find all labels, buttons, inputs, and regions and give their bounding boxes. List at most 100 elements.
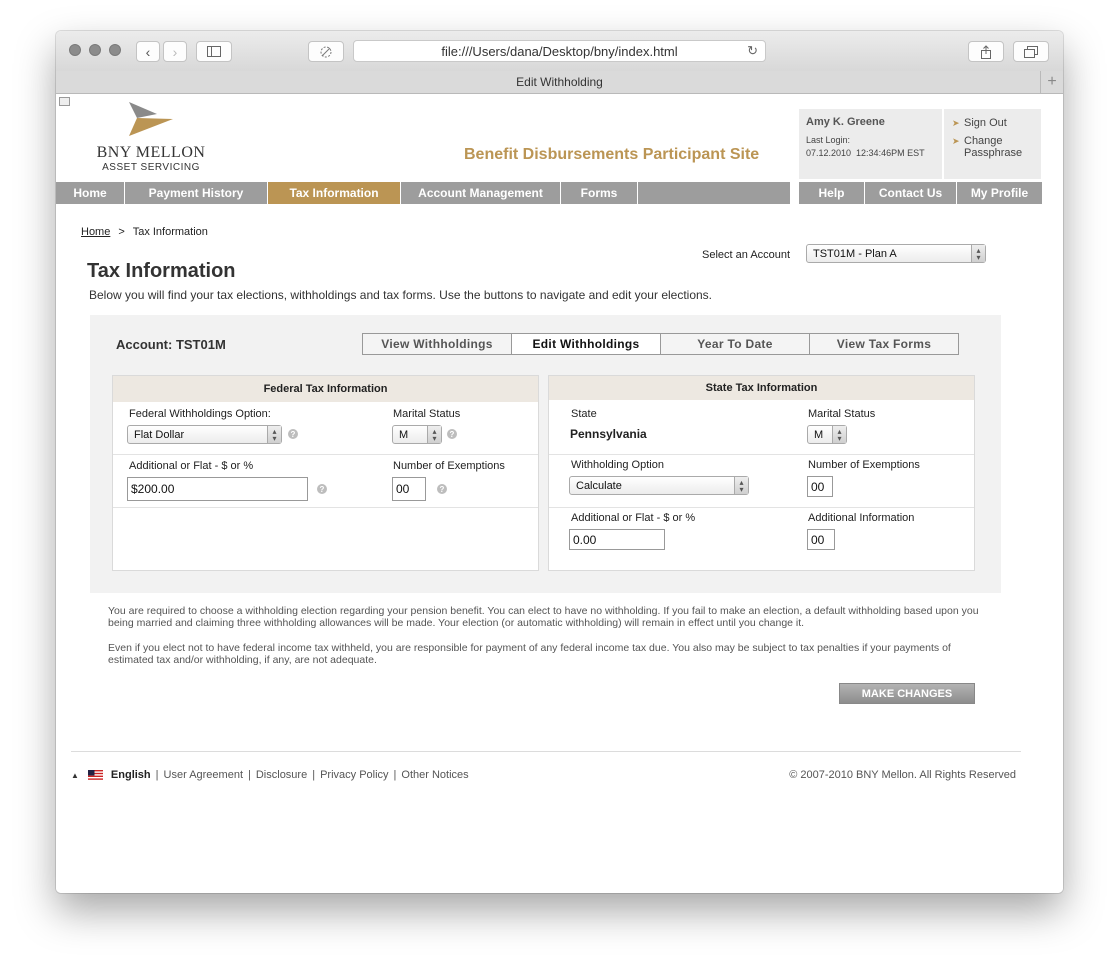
tab-year-to-date[interactable]: Year To Date: [660, 333, 810, 355]
account-links-box: ➤ Sign Out ➤ Change Passphrase: [944, 109, 1041, 179]
federal-additional-input[interactable]: $200.00: [127, 477, 308, 501]
federal-tax-box: [112, 375, 539, 571]
copyright: © 2007-2010 BNY Mellon. All Rights Reser…: [789, 769, 1016, 781]
up-arrow-icon[interactable]: ▲: [71, 771, 79, 780]
page-intro: Below you will find your tax elections, …: [89, 288, 713, 302]
logo-mark-icon: [129, 102, 173, 136]
footer-other-notices-link[interactable]: Other Notices: [401, 769, 468, 781]
footer-user-agreement-link[interactable]: User Agreement: [164, 769, 243, 781]
tab-view-withholdings[interactable]: View Withholdings: [362, 333, 512, 355]
sign-out-link[interactable]: Sign Out: [964, 117, 1007, 129]
federal-exemptions-input[interactable]: 00: [392, 477, 426, 501]
url-text: file:///Users/dana/Desktop/bny/index.htm…: [441, 43, 678, 59]
change-passphrase-line1: Change: [964, 135, 1003, 147]
nav-my-profile[interactable]: My Profile: [957, 182, 1042, 204]
nav-help[interactable]: Help: [799, 182, 865, 204]
select-arrows-icon: ▴ ▾: [267, 426, 281, 443]
state-withholding-select[interactable]: Calculate ▴ ▾: [569, 476, 749, 495]
account-label: Account: TST01M: [116, 337, 226, 352]
bny-mellon-logo[interactable]: BNY MELLON ASSET SERVICING: [91, 102, 211, 174]
state-additional-input[interactable]: 0.00: [569, 529, 665, 550]
state-label: State: [571, 408, 597, 420]
back-button[interactable]: ‹: [136, 41, 160, 62]
footer-privacy-policy-link[interactable]: Privacy Policy: [320, 769, 388, 781]
account-select[interactable]: TST01M - Plan A ▴ ▾: [806, 244, 986, 263]
breadcrumb-current: Tax Information: [132, 226, 208, 238]
reload-icon[interactable]: ↻: [747, 43, 758, 59]
select-arrows-icon: ▴ ▾: [427, 426, 441, 443]
state-withholding-value: Calculate: [576, 479, 622, 492]
select-arrows-icon: ▴ ▾: [832, 426, 846, 443]
state-exemptions-input[interactable]: 00: [807, 476, 833, 497]
user-info-box: Amy K. Greene Last Login: 07.12.2010 12:…: [799, 109, 942, 179]
federal-marital-label: Marital Status: [393, 408, 461, 420]
nav-payment-history[interactable]: Payment History: [125, 182, 268, 204]
help-icon[interactable]: ?: [317, 484, 327, 494]
new-tab-button[interactable]: +: [1040, 71, 1063, 93]
federal-option-label: Federal Withholdings Option:: [129, 408, 271, 420]
nav-forms[interactable]: Forms: [561, 182, 638, 204]
sidebar-glyph-icon: [207, 46, 221, 57]
breadcrumb: Home > Tax Information: [81, 226, 208, 238]
state-withholding-label: Withholding Option: [571, 459, 664, 471]
state-marital-select[interactable]: M ▴ ▾: [807, 425, 847, 444]
sidebar-icon[interactable]: [196, 41, 232, 62]
make-changes-button[interactable]: MAKE CHANGES: [839, 683, 975, 704]
footer-links: ▲ English | User Agreement | Disclosure …: [71, 769, 469, 781]
title-bar: ‹ › file:///Users/dana/Desktop/bny/index…: [56, 31, 1063, 72]
federal-exemptions-value: 00: [396, 482, 410, 496]
minimize-window-button[interactable]: [89, 44, 101, 56]
state-exemptions-value: 00: [811, 479, 825, 494]
tab-edit-withholdings[interactable]: Edit Withholdings: [511, 333, 661, 355]
state-additional-label: Additional or Flat - $ or %: [571, 512, 696, 524]
site-title: Benefit Disbursements Participant Site: [464, 146, 760, 163]
help-icon[interactable]: ?: [288, 429, 298, 439]
divider: [549, 454, 974, 455]
nav-spacer: [638, 182, 791, 204]
state-exemptions-label: Number of Exemptions: [808, 459, 920, 471]
arrow-icon: ➤: [952, 118, 960, 128]
tabs-glyph-icon: [1024, 45, 1038, 58]
tabs-overview-icon[interactable]: [1013, 41, 1049, 62]
state-info-input[interactable]: 00: [807, 529, 835, 550]
share-icon[interactable]: [968, 41, 1004, 62]
last-login-label: Last Login:: [806, 135, 851, 145]
help-icon[interactable]: ?: [447, 429, 457, 439]
federal-marital-select[interactable]: M ▴ ▾: [392, 425, 442, 444]
puzzle-glyph-icon: [320, 46, 332, 57]
change-passphrase-link[interactable]: Change Passphrase: [964, 135, 1022, 159]
change-passphrase-line2: Passphrase: [964, 147, 1023, 159]
federal-additional-value: $200.00: [131, 482, 175, 496]
logo-text-line2: ASSET SERVICING: [102, 162, 200, 173]
help-icon[interactable]: ?: [437, 484, 447, 494]
forward-button[interactable]: ›: [163, 41, 187, 62]
footer-disclosure-link[interactable]: Disclosure: [256, 769, 307, 781]
federal-option-select[interactable]: Flat Dollar ▴ ▾: [127, 425, 282, 444]
federal-exemptions-label: Number of Exemptions: [393, 460, 505, 472]
state-additional-value: 0.00: [573, 532, 597, 547]
page-title: Tax Information: [87, 260, 236, 282]
federal-additional-label: Additional or Flat - $ or %: [129, 460, 254, 472]
breadcrumb-home-link[interactable]: Home: [81, 226, 110, 238]
breadcrumb-separator: >: [118, 226, 125, 238]
disclaimer-paragraph-2: Even if you elect not to have federal in…: [108, 642, 951, 666]
state-info-label: Additional Information: [808, 512, 915, 524]
select-arrows-icon: ▴ ▾: [734, 477, 748, 494]
tab-view-tax-forms[interactable]: View Tax Forms: [809, 333, 959, 355]
nav-home[interactable]: Home: [56, 182, 125, 204]
nav-tax-information[interactable]: Tax Information: [268, 182, 401, 204]
select-arrows-icon: ▴ ▾: [971, 245, 985, 262]
web-page: BNY MELLON ASSET SERVICING Benefit Disbu…: [56, 94, 1063, 893]
zoom-window-button[interactable]: [109, 44, 121, 56]
nav-account-management[interactable]: Account Management: [401, 182, 561, 204]
active-tab-title[interactable]: Edit Withholding: [516, 75, 603, 89]
close-window-button[interactable]: [69, 44, 81, 56]
language-link[interactable]: English: [111, 769, 151, 781]
arrow-icon: ➤: [952, 136, 960, 146]
extension-icon[interactable]: [308, 41, 344, 62]
address-bar[interactable]: file:///Users/dana/Desktop/bny/index.htm…: [353, 40, 766, 62]
logo-text-line1: BNY MELLON: [96, 144, 206, 161]
nav-contact-us[interactable]: Contact Us: [865, 182, 957, 204]
us-flag-icon: [87, 770, 103, 780]
divider: [113, 454, 538, 455]
